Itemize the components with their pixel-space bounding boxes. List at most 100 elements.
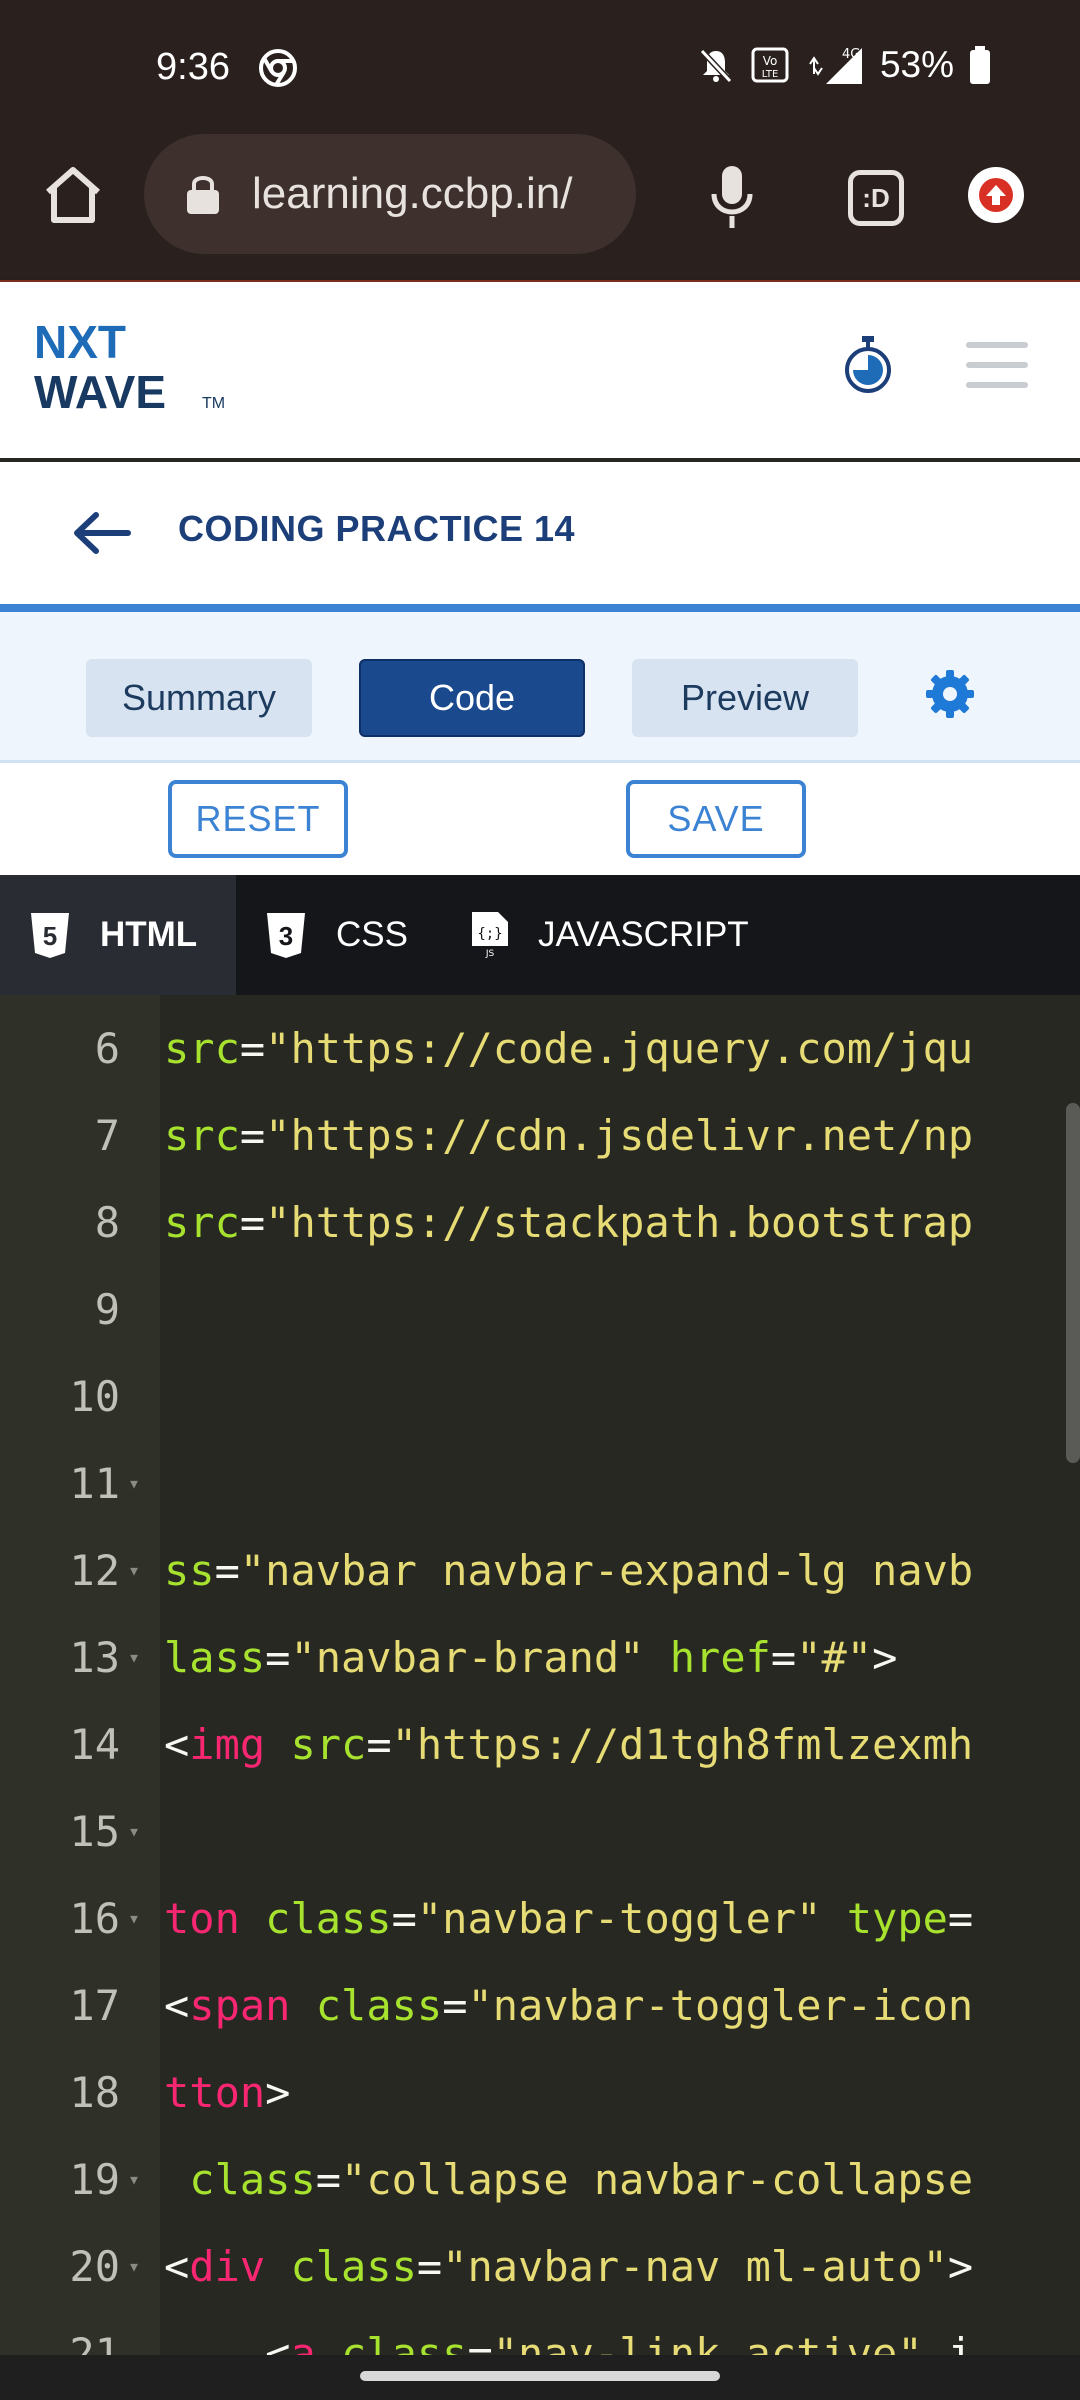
line-number: 18 [69, 2068, 120, 2117]
code-text: src="https://stackpath.bootstrap [164, 1179, 973, 1266]
code-token: < [164, 1981, 190, 2030]
code-token: < [164, 2242, 190, 2291]
stopwatch-icon[interactable] [842, 334, 894, 394]
code-token: = [947, 1894, 974, 1943]
fold-toggle-icon[interactable]: ▾ [128, 1788, 140, 1875]
code-line[interactable]: 21 <a class="nav-link active" i [0, 2310, 1080, 2355]
code-line[interactable]: 15 ▾ [0, 1788, 1080, 1875]
tab-javascript[interactable]: {;} JS JAVASCRIPT [470, 875, 749, 995]
tab-html[interactable]: 5 HTML [0, 875, 236, 995]
tab-preview[interactable]: Preview [632, 659, 858, 737]
microphone-icon[interactable] [708, 162, 756, 232]
tab-css[interactable]: 3 CSS [264, 875, 408, 995]
code-token: "https://cdn.jsdelivr.net/np [265, 1111, 974, 1160]
code-token: = [416, 2242, 443, 2291]
home-icon[interactable] [40, 162, 106, 228]
status-bar: 9:36 Vo LTE 4G 53% [0, 0, 1080, 132]
code-token: src [164, 1198, 240, 1247]
browser-toolbar: learning.ccbp.in/ :D [0, 132, 1080, 280]
code-line[interactable]: 10 [0, 1353, 1080, 1440]
code-line[interactable]: 9 [0, 1266, 1080, 1353]
nxtwave-logo[interactable]: NXT WAVE TM [32, 312, 232, 422]
code-line[interactable]: 17 <span class="navbar-toggler-icon [0, 1962, 1080, 2049]
fold-toggle-icon[interactable]: ▾ [128, 2223, 140, 2310]
code-token: "https://stackpath.bootstrap [265, 1198, 974, 1247]
code-line[interactable]: 19 ▾ class="collapse navbar-collapse [0, 2136, 1080, 2223]
code-text: src="https://code.jquery.com/jqu [164, 1005, 973, 1092]
code-line[interactable]: 8 src="https://stackpath.bootstrap [0, 1179, 1080, 1266]
code-token: > [265, 2068, 291, 2117]
code-line[interactable]: 7 src="https://cdn.jsdelivr.net/np [0, 1092, 1080, 1179]
tab-code[interactable]: Code [359, 659, 585, 737]
divider [0, 604, 1080, 612]
update-button[interactable] [968, 167, 1024, 223]
code-token: "nav-link active" [492, 2329, 923, 2355]
home-gesture-handle[interactable] [360, 2371, 720, 2381]
code-token: < [164, 2329, 291, 2355]
fold-toggle-icon[interactable]: ▾ [128, 1875, 140, 1962]
reset-button[interactable]: RESET [168, 780, 348, 858]
tab-switcher-button[interactable]: :D [848, 170, 904, 226]
code-token: "https://code.jquery.com/jqu [265, 1024, 974, 1073]
code-token: "collapse navbar-collapse [341, 2155, 974, 2204]
line-number: 19 [69, 2155, 120, 2204]
tab-css-label: CSS [336, 915, 408, 954]
code-text: <span class="navbar-toggler-icon [164, 1962, 973, 2049]
code-token: > [872, 1633, 898, 1682]
code-token: ton [164, 1894, 240, 1943]
back-arrow-icon[interactable] [72, 510, 132, 556]
status-time: 9:36 [156, 46, 230, 88]
code-token: = [366, 1720, 392, 1769]
code-text: src="https://cdn.jsdelivr.net/np [164, 1092, 973, 1179]
code-token: = [239, 1198, 266, 1247]
code-line[interactable]: 13 ▾ lass="navbar-brand" href="#"> [0, 1614, 1080, 1701]
html5-icon: 5 [31, 913, 69, 958]
code-token: class [315, 1981, 443, 2030]
code-line[interactable]: 12 ▾ ss="navbar navbar-expand-lg navb [0, 1527, 1080, 1614]
code-editor[interactable]: 6 src="https://code.jquery.com/jqu 7 src="h… [0, 995, 1080, 2355]
fold-toggle-icon[interactable]: ▾ [128, 1440, 140, 1527]
code-token: class [341, 2329, 468, 2355]
lock-icon [187, 176, 219, 214]
url-bar[interactable]: learning.ccbp.in/ [144, 134, 636, 254]
code-line[interactable]: 16 ▾ ton class="navbar-toggler" type= [0, 1875, 1080, 1962]
line-number: 6 [94, 1024, 120, 1073]
editor-scrollbar[interactable] [1066, 1103, 1080, 1463]
gear-icon[interactable] [924, 668, 976, 720]
fold-toggle-icon[interactable]: ▾ [128, 1527, 140, 1614]
code-line[interactable]: 20 ▾ <div class="navbar-nav ml-auto"> [0, 2223, 1080, 2310]
code-line[interactable]: 6 src="https://code.jquery.com/jqu [0, 1005, 1080, 1092]
code-token: src [164, 1024, 240, 1073]
line-number: 11 [69, 1459, 120, 1508]
code-text: <img src="https://d1tgh8fmlzexmh [164, 1701, 973, 1788]
chrome-icon [259, 49, 297, 87]
system-navigation-bar [0, 2355, 1080, 2400]
line-number: 8 [94, 1198, 120, 1247]
tab-summary[interactable]: Summary [86, 659, 312, 737]
code-line[interactable]: 14 <img src="https://d1tgh8fmlzexmh [0, 1701, 1080, 1788]
fold-toggle-icon[interactable]: ▾ [128, 2136, 140, 2223]
editor-actions: RESET SAVE [0, 763, 1080, 875]
code-token: "#" [796, 1633, 873, 1682]
code-text: tton> [164, 2049, 290, 2136]
fold-toggle-icon[interactable]: ▾ [128, 1614, 140, 1701]
save-button[interactable]: SAVE [626, 780, 806, 858]
line-number: 7 [94, 1111, 120, 1160]
code-line[interactable]: 11 ▾ [0, 1440, 1080, 1527]
line-number: 15 [69, 1807, 120, 1856]
status-icons: Vo LTE 4G 53% [696, 44, 992, 86]
code-line[interactable]: 18 tton> [0, 2049, 1080, 2136]
network-type-label: 4G [842, 47, 860, 62]
line-number: 9 [94, 1285, 120, 1334]
hamburger-menu-icon[interactable] [966, 342, 1028, 388]
code-token: = [770, 1633, 797, 1682]
code-text: <a class="nav-link active" i [164, 2310, 973, 2355]
code-text: ton class="navbar-toggler" type= [164, 1875, 973, 1962]
code-token: class [265, 1894, 392, 1943]
line-number: 20 [69, 2242, 120, 2291]
code-token: src [164, 1111, 240, 1160]
